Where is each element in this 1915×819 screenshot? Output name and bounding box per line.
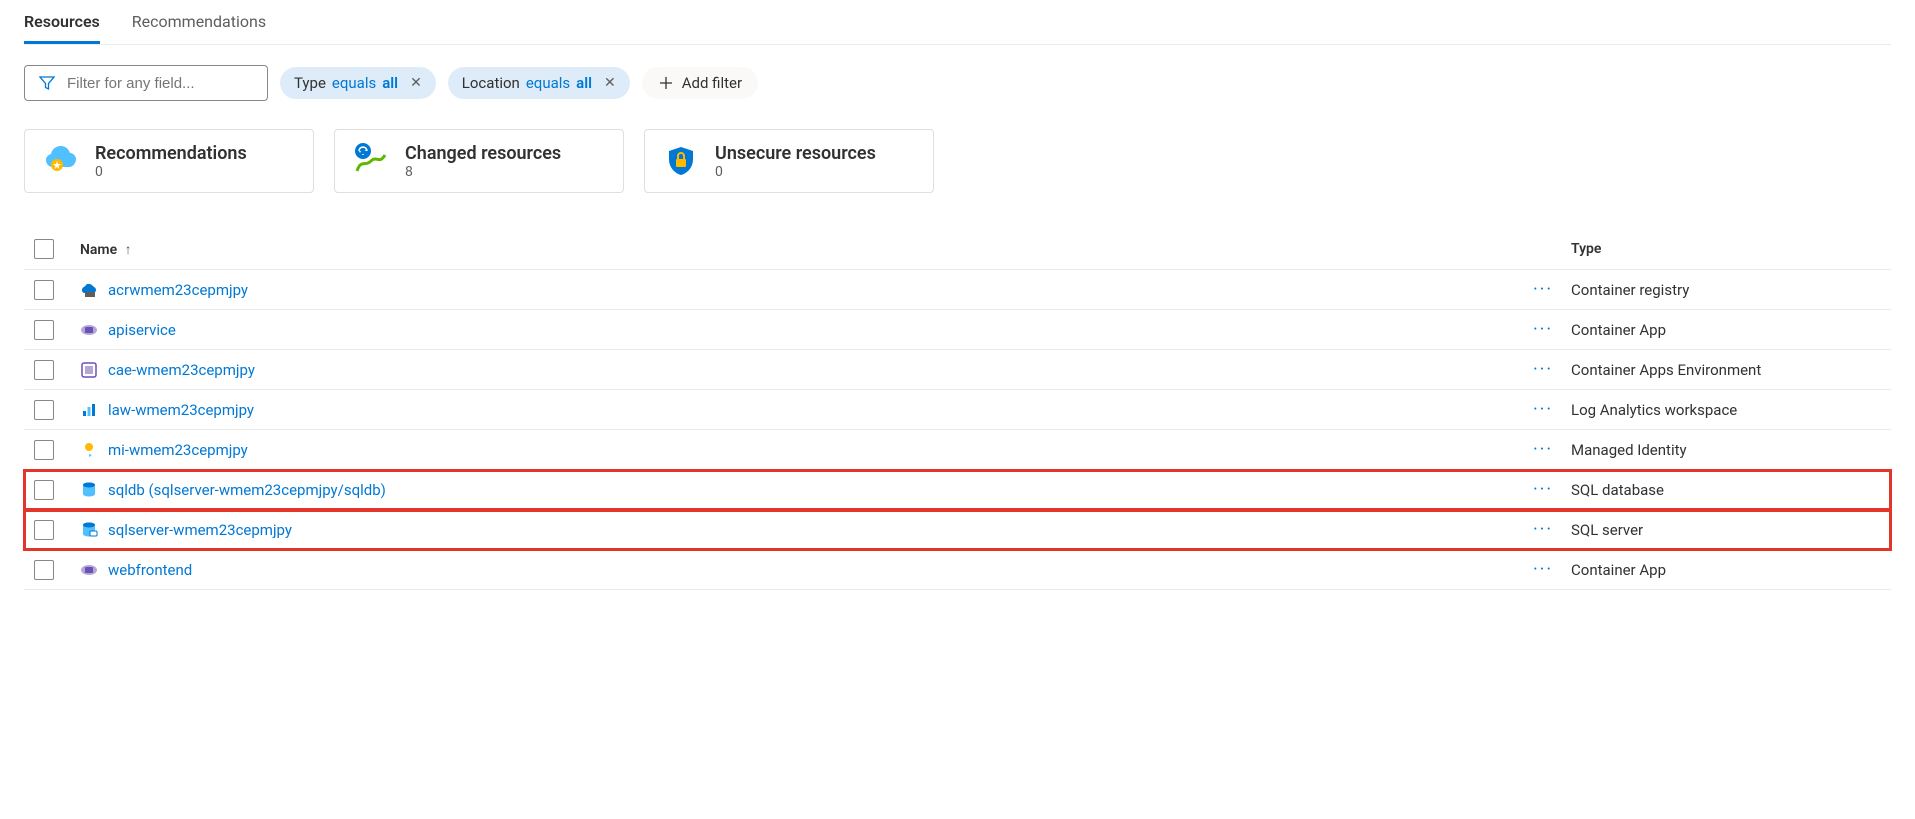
card-changed-count: 8: [405, 164, 561, 180]
resource-name-link[interactable]: webfrontend: [108, 561, 192, 579]
table-row: acrwmem23cepmjpy ··· Container registry: [24, 270, 1891, 310]
table-row: webfrontend ··· Container App: [24, 550, 1891, 590]
pill-location-label: Location: [462, 74, 520, 92]
card-recommendations-count: 0: [95, 164, 247, 180]
container-registry-icon: [80, 281, 98, 299]
column-header-name-label: Name: [80, 242, 117, 258]
tab-resources[interactable]: Resources: [24, 0, 100, 44]
filter-pill-type[interactable]: Type equals all ✕: [280, 67, 436, 99]
resource-type-label: Container registry: [1571, 281, 1891, 299]
card-recommendations-title: Recommendations: [95, 143, 247, 164]
pill-location-remove[interactable]: ✕: [604, 75, 616, 91]
table-row: law-wmem23cepmjpy ··· Log Analytics work…: [24, 390, 1891, 430]
row-checkbox[interactable]: [34, 520, 54, 540]
sql-server-icon: [80, 521, 98, 539]
filter-input-wrapper[interactable]: [24, 65, 268, 101]
add-filter-label: Add filter: [682, 74, 742, 92]
resource-name-link[interactable]: sqlserver-wmem23cepmjpy: [108, 521, 292, 539]
row-actions-button[interactable]: ···: [1515, 399, 1571, 420]
table-row: sqldb (sqlserver-wmem23cepmjpy/sqldb) ··…: [24, 470, 1891, 510]
resource-name-link[interactable]: apiservice: [108, 321, 176, 339]
row-checkbox[interactable]: [34, 480, 54, 500]
filter-icon: [39, 75, 55, 91]
resource-type-label: Container App: [1571, 561, 1891, 579]
unsecure-resources-icon: [663, 143, 699, 179]
plus-icon: [658, 75, 674, 91]
filter-input[interactable]: [65, 74, 253, 93]
column-header-type[interactable]: Type: [1571, 241, 1891, 257]
table-row: sqlserver-wmem23cepmjpy ··· SQL server: [24, 510, 1891, 550]
pill-type-label: Type: [294, 74, 326, 92]
sql-database-icon: [80, 481, 98, 499]
card-unsecure-count: 0: [715, 164, 876, 180]
resource-type-label: Log Analytics workspace: [1571, 401, 1891, 419]
select-all-checkbox[interactable]: [34, 239, 54, 259]
card-changed-resources[interactable]: Changed resources 8: [334, 129, 624, 193]
row-checkbox[interactable]: [34, 440, 54, 460]
row-checkbox[interactable]: [34, 560, 54, 580]
summary-cards: Recommendations 0 Changed resources 8 Un…: [24, 129, 1891, 193]
card-unsecure-title: Unsecure resources: [715, 143, 876, 164]
row-actions-button[interactable]: ···: [1515, 519, 1571, 540]
resource-type-label: Container Apps Environment: [1571, 361, 1891, 379]
filter-row: Type equals all ✕ Location equals all ✕ …: [24, 65, 1891, 101]
resource-name-link[interactable]: mi-wmem23cepmjpy: [108, 441, 248, 459]
table-row: mi-wmem23cepmjpy ··· Managed Identity: [24, 430, 1891, 470]
card-unsecure-resources[interactable]: Unsecure resources 0: [644, 129, 934, 193]
changed-resources-icon: [353, 143, 389, 179]
resource-name-link[interactable]: sqldb (sqlserver-wmem23cepmjpy/sqldb): [108, 481, 386, 499]
row-actions-button[interactable]: ···: [1515, 439, 1571, 460]
row-actions-button[interactable]: ···: [1515, 359, 1571, 380]
resources-table: Name ↑ Type acrwmem23cepmjpy ··· Contain…: [24, 229, 1891, 590]
pill-type-value: all: [382, 74, 398, 92]
row-checkbox[interactable]: [34, 320, 54, 340]
pill-type-equals: equals: [332, 74, 376, 92]
card-changed-title: Changed resources: [405, 143, 561, 164]
row-actions-button[interactable]: ···: [1515, 279, 1571, 300]
container-app-icon: [80, 321, 98, 339]
tab-recommendations[interactable]: Recommendations: [132, 0, 266, 44]
row-actions-button[interactable]: ···: [1515, 319, 1571, 340]
pill-type-remove[interactable]: ✕: [410, 75, 422, 91]
resource-name-link[interactable]: cae-wmem23cepmjpy: [108, 361, 255, 379]
resource-type-label: Container App: [1571, 321, 1891, 339]
log-analytics-icon: [80, 401, 98, 419]
pill-location-equals: equals: [526, 74, 570, 92]
table-row: apiservice ··· Container App: [24, 310, 1891, 350]
card-recommendations[interactable]: Recommendations 0: [24, 129, 314, 193]
container-apps-env-icon: [80, 361, 98, 379]
column-header-name[interactable]: Name ↑: [80, 241, 1515, 258]
table-row: cae-wmem23cepmjpy ··· Container Apps Env…: [24, 350, 1891, 390]
add-filter-button[interactable]: Add filter: [642, 67, 758, 99]
tabs-bar: Resources Recommendations: [24, 0, 1891, 45]
row-actions-button[interactable]: ···: [1515, 479, 1571, 500]
filter-pill-location[interactable]: Location equals all ✕: [448, 67, 630, 99]
resource-name-link[interactable]: acrwmem23cepmjpy: [108, 281, 248, 299]
row-checkbox[interactable]: [34, 360, 54, 380]
resource-type-label: SQL database: [1571, 481, 1891, 499]
pill-location-value: all: [576, 74, 592, 92]
sort-ascending-icon: ↑: [125, 242, 132, 258]
row-actions-button[interactable]: ···: [1515, 559, 1571, 580]
container-app-icon: [80, 561, 98, 579]
resource-type-label: SQL server: [1571, 521, 1891, 539]
row-checkbox[interactable]: [34, 280, 54, 300]
managed-identity-icon: [80, 441, 98, 459]
row-checkbox[interactable]: [34, 400, 54, 420]
table-header: Name ↑ Type: [24, 229, 1891, 270]
resource-name-link[interactable]: law-wmem23cepmjpy: [108, 401, 254, 419]
resource-type-label: Managed Identity: [1571, 441, 1891, 459]
recommendations-icon: [43, 143, 79, 179]
